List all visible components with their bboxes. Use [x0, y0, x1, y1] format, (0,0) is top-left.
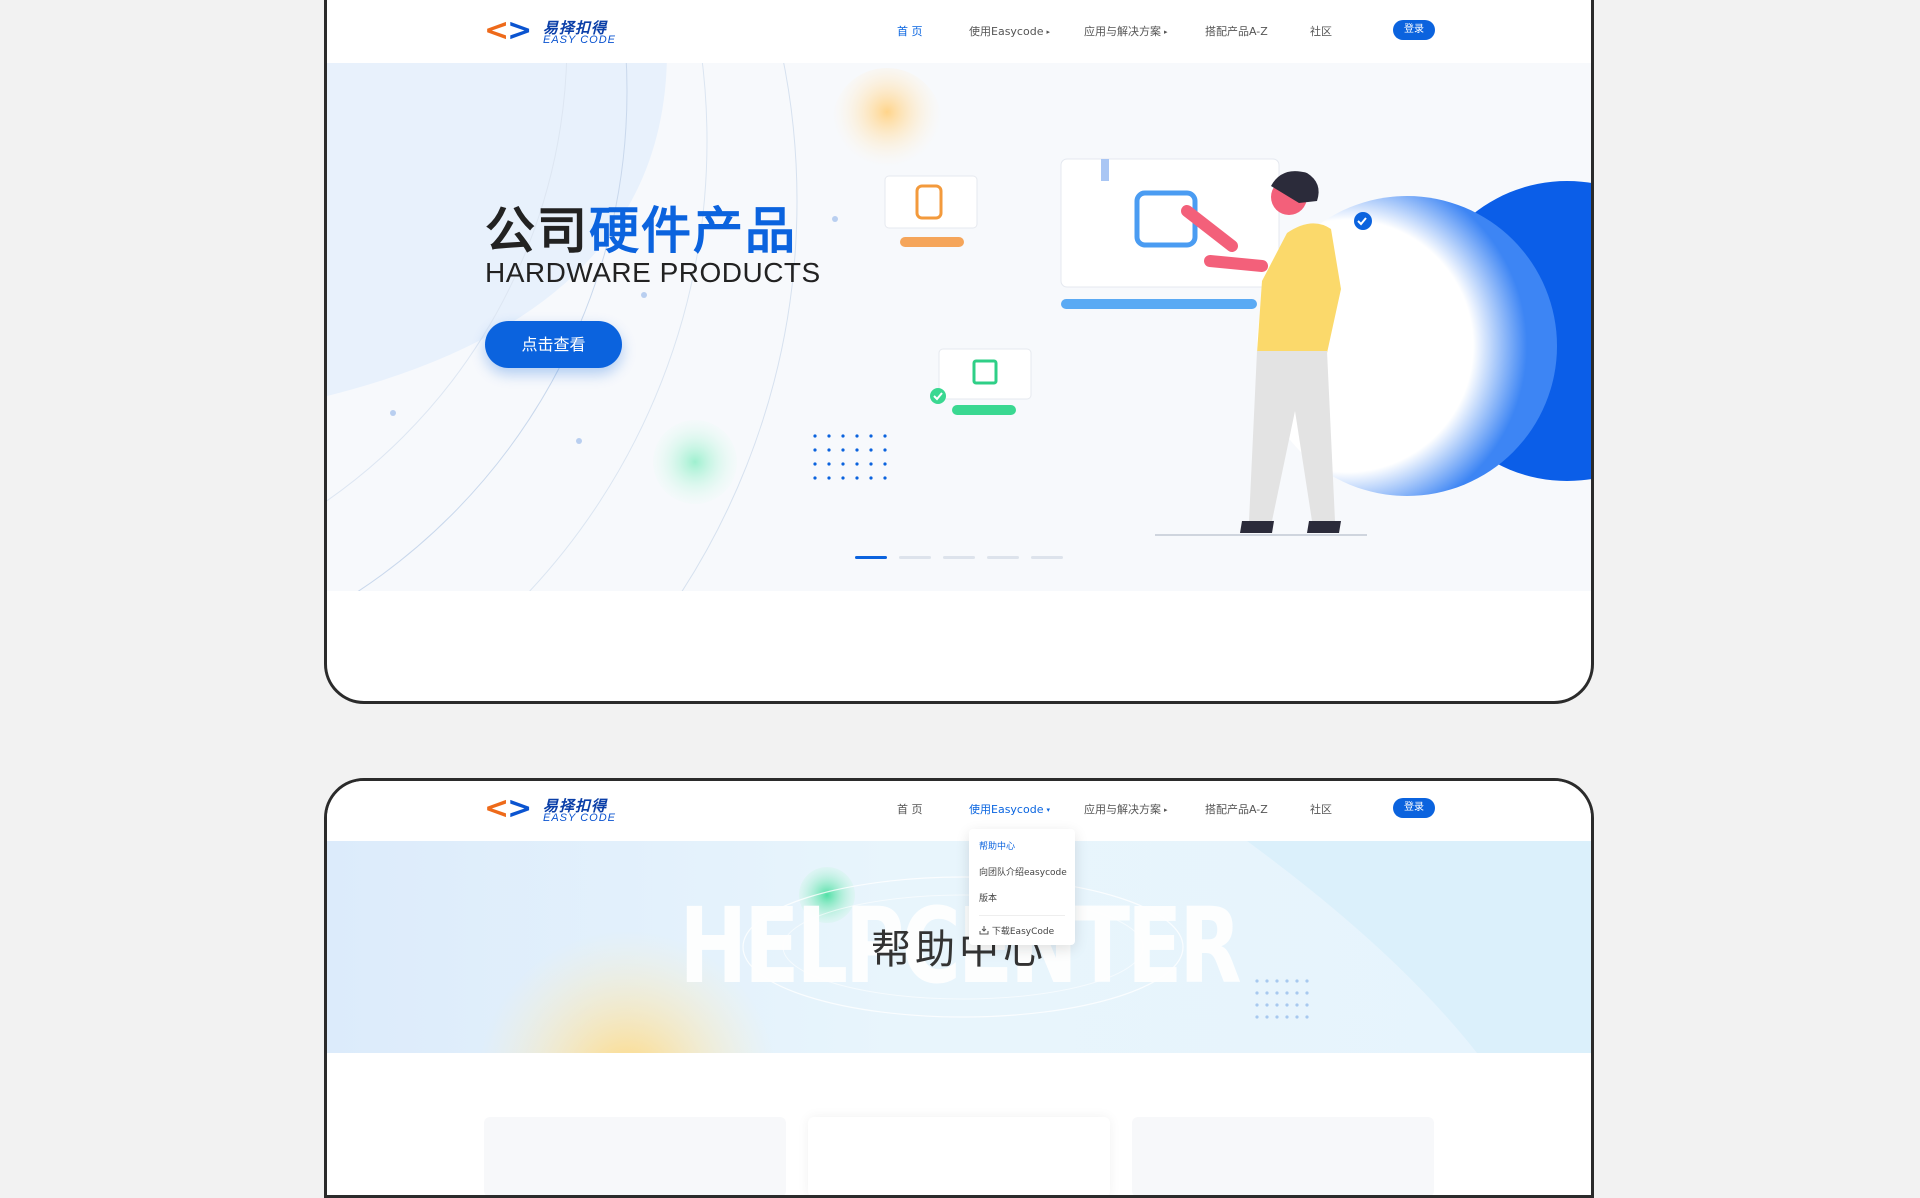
dot-grid-pattern [813, 434, 887, 480]
dropdown-item-download[interactable]: 下载EasyCode [979, 924, 1054, 937]
hero-title: 公司硬件产品 [485, 191, 797, 263]
hero-subtitle: HARDWARE PRODUCTS [485, 257, 821, 288]
nav-use-easycode-label: 使用Easycode [969, 25, 1044, 38]
hero-banner: 公司硬件产品 HARDWARE PRODUCTS 点击查看 [327, 51, 1591, 591]
download-icon [979, 926, 989, 935]
carousel-dot[interactable] [855, 556, 887, 559]
nav-products-az-label: 搭配产品A-Z [1205, 25, 1268, 38]
nav-home-label: 首 页 [897, 803, 923, 816]
nav-solutions[interactable]: 应用与解决方案 ▸ [1084, 801, 1168, 817]
help-center-screenshot: <> 易择扣得 EASY CODE 首 页 使用Easycode ▾ 应用与解决方… [324, 778, 1594, 1198]
nav-home[interactable]: 首 页 [897, 801, 923, 817]
help-center-title: 帮助中心 [871, 927, 1047, 973]
logo-bracket-left: < [484, 13, 509, 48]
caret-down-icon: ▾ [1046, 806, 1050, 814]
nav-home[interactable]: 首 页 [897, 23, 923, 39]
logo[interactable]: <> 易择扣得 EASY CODE [484, 791, 634, 827]
dropdown-item-introduce-team[interactable]: 向团队介绍easycode [979, 865, 1067, 878]
carousel-dot[interactable] [987, 556, 1019, 559]
logo-bracket-left: < [484, 791, 509, 826]
nav-use-easycode[interactable]: 使用Easycode ▸ [969, 23, 1050, 39]
carousel-dot[interactable] [1031, 556, 1063, 559]
dropdown-divider [979, 915, 1065, 916]
nav-home-label: 首 页 [897, 25, 923, 38]
nav-community-label: 社区 [1310, 803, 1332, 816]
top-navbar: <> 易择扣得 EASY CODE 首 页 使用Easycode ▸ 应用与解决方… [327, 3, 1591, 63]
help-card[interactable] [1132, 1117, 1434, 1195]
homepage-screenshot: <> 易择扣得 EASY CODE 首 页 使用Easycode ▸ 应用与解决方… [324, 0, 1594, 704]
nav-products-az-label: 搭配产品A-Z [1205, 803, 1268, 816]
caret-right-icon: ▸ [1164, 806, 1168, 814]
nav-products-az[interactable]: 搭配产品A-Z [1205, 23, 1268, 39]
view-more-button[interactable]: 点击查看 [485, 321, 622, 368]
carousel-dot[interactable] [899, 556, 931, 559]
login-button[interactable]: 登录 [1393, 798, 1435, 818]
help-card[interactable] [808, 1117, 1110, 1195]
caret-right-icon: ▸ [1046, 28, 1050, 36]
hero-title-highlight: 硬件产品 [589, 202, 797, 260]
carousel-indicators [855, 556, 1063, 559]
nav-products-az[interactable]: 搭配产品A-Z [1205, 801, 1268, 817]
help-center-banner: HELPCENTER 帮助中心 [327, 841, 1591, 1053]
nav-solutions-label: 应用与解决方案 [1084, 25, 1161, 38]
nav-community-label: 社区 [1310, 25, 1332, 38]
logo-bracket-right: > [507, 791, 532, 826]
logo-mark: <> [484, 13, 532, 48]
logo-bracket-right: > [507, 13, 532, 48]
hero-title-dark: 公司 [485, 202, 589, 260]
nav-use-easycode-label: 使用Easycode [969, 803, 1044, 816]
nav-solutions[interactable]: 应用与解决方案 ▸ [1084, 23, 1168, 39]
logo[interactable]: <> 易择扣得 EASY CODE [484, 13, 634, 49]
top-navbar: <> 易择扣得 EASY CODE 首 页 使用Easycode ▾ 应用与解决方… [327, 781, 1591, 841]
caret-right-icon: ▸ [1164, 28, 1168, 36]
login-button[interactable]: 登录 [1393, 20, 1435, 40]
dropdown-item-version[interactable]: 版本 [979, 891, 997, 904]
nav-solutions-label: 应用与解决方案 [1084, 803, 1161, 816]
easycode-dropdown-menu: 帮助中心 向团队介绍easycode 版本 下载EasyCode [969, 829, 1075, 945]
logo-en-text: EASY CODE [543, 812, 616, 824]
logo-en-text: EASY CODE [543, 34, 616, 46]
help-card[interactable] [484, 1117, 786, 1195]
nav-use-easycode[interactable]: 使用Easycode ▾ [969, 801, 1050, 817]
nav-community[interactable]: 社区 [1310, 801, 1332, 817]
help-card-row [484, 1117, 1434, 1195]
dropdown-item-help-center[interactable]: 帮助中心 [979, 839, 1015, 852]
download-label: 下载EasyCode [991, 927, 1055, 937]
nav-community[interactable]: 社区 [1310, 23, 1332, 39]
logo-mark: <> [484, 791, 532, 826]
carousel-dot[interactable] [943, 556, 975, 559]
